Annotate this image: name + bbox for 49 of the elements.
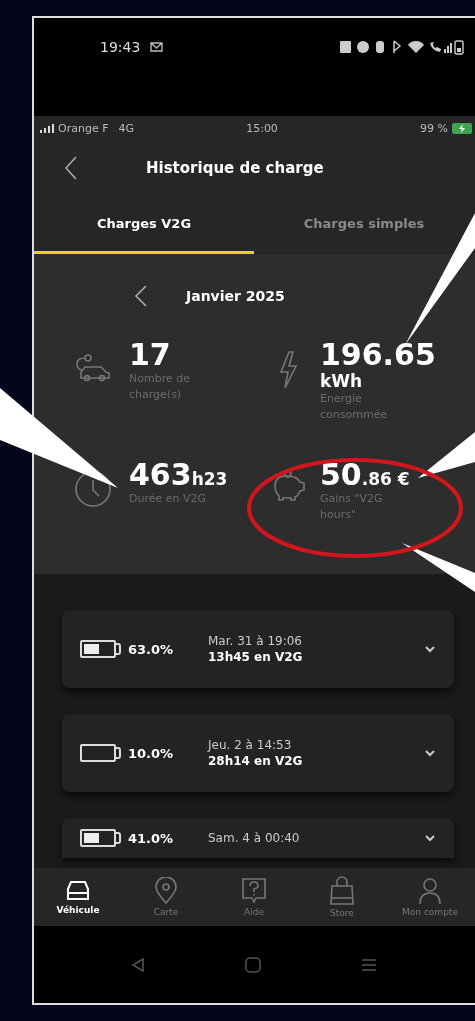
stat-label: Gains "V2G hours": [320, 491, 384, 523]
status-time: 15:00: [246, 121, 278, 135]
session-date: Jeu. 2 à 14:53: [208, 738, 293, 752]
callout-pointer: [418, 432, 475, 478]
battery-icon: [80, 639, 122, 659]
screen-title: Historique de charge: [146, 159, 324, 177]
stat-unit: h23: [191, 469, 228, 489]
stat-label: Durée en V2G: [129, 491, 208, 507]
battery-icon: [80, 828, 122, 848]
stat-value: 196.65: [320, 338, 436, 371]
expand-chevron-icon[interactable]: [424, 748, 436, 758]
session-card[interactable]: 10.0% Jeu. 2 à 14:53 28h14 en V2G: [62, 714, 454, 792]
charge-percent: 10.0%: [128, 745, 175, 761]
previous-month-button[interactable]: [134, 284, 148, 308]
stat-value: 17: [129, 338, 171, 371]
stat-unit: .86 €: [361, 469, 410, 489]
stat-label: Nombre de charge(s): [129, 371, 191, 403]
stat-value: 463: [129, 458, 192, 491]
signal-icon: [40, 123, 54, 133]
system-time: 19:43: [100, 39, 141, 55]
back-nav-icon[interactable]: [131, 957, 145, 973]
session-date: Sam. 4 à 00:40: [208, 831, 301, 845]
network-type: 4G: [118, 121, 134, 135]
help-bubble-icon: [241, 876, 267, 905]
shopping-bag-icon: [329, 875, 355, 906]
session-duration: 13h45 en V2G: [208, 650, 304, 664]
nav-tab[interactable]: Aide: [210, 867, 298, 926]
expand-chevron-icon[interactable]: [424, 644, 436, 654]
carrier-name: Orange F: [58, 121, 109, 135]
expand-chevron-icon[interactable]: [424, 833, 436, 843]
month-label: Janvier 2025: [186, 288, 285, 304]
charge-percent: 41.0%: [128, 830, 175, 846]
stat-label: Energie consommée: [320, 391, 389, 423]
session-card[interactable]: 63.0% Mar. 31 à 19:06 13h45 en V2G: [62, 610, 454, 688]
nav-tab[interactable]: Véhicule: [34, 867, 122, 926]
stat-unit: kWh: [320, 371, 363, 391]
home-nav-icon[interactable]: [245, 957, 261, 973]
session-date: Mar. 31 à 19:06: [208, 634, 303, 648]
map-pin-icon: [154, 876, 178, 905]
battery-icon: [80, 743, 122, 763]
charging-battery-icon: [452, 122, 474, 134]
mail-icon: [150, 42, 164, 52]
person-icon: [418, 876, 442, 905]
session-duration: 28h14 en V2G: [208, 754, 304, 768]
nav-tab[interactable]: Store: [298, 867, 386, 926]
battery-percent: 99 %: [420, 121, 448, 135]
session-card[interactable]: 41.0% Sam. 4 à 00:40: [62, 818, 454, 858]
charge-percent: 63.0%: [128, 641, 175, 657]
stat-value: 50: [320, 458, 362, 491]
